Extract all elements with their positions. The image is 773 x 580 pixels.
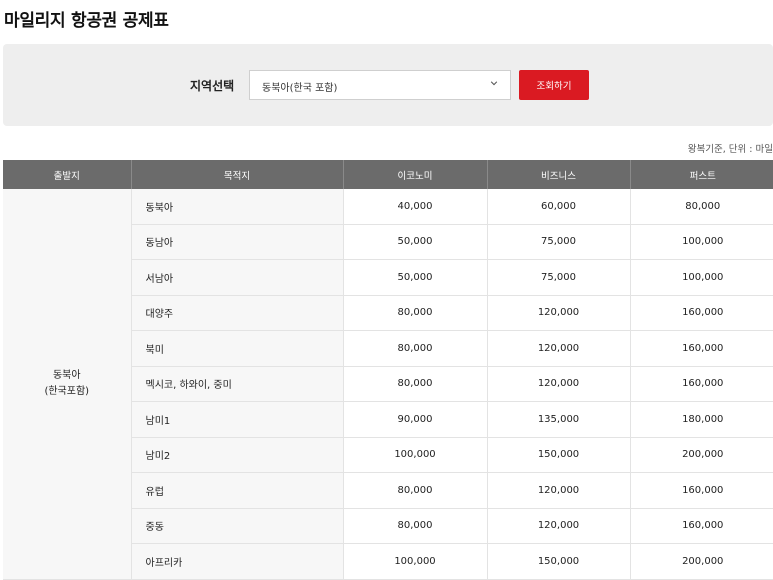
unit-note: 왕복기준, 단위 : 마일	[687, 144, 773, 155]
first-cell: 160,000	[630, 295, 773, 331]
business-cell: 120,000	[487, 366, 631, 402]
table-header-row: 출발지 목적지 이코노미 비즈니스 퍼스트	[3, 160, 773, 189]
region-select[interactable]: 동북아(한국 포함)	[249, 70, 511, 100]
first-cell: 100,000	[630, 259, 773, 296]
first-cell: 100,000	[630, 224, 773, 260]
first-cell: 180,000	[630, 401, 773, 438]
header-economy: 이코노미	[343, 160, 488, 189]
first-cell: 80,000	[630, 189, 773, 225]
search-button[interactable]: 조회하기	[519, 70, 589, 100]
header-destination: 목적지	[131, 160, 344, 189]
destination-cell: 동남아	[131, 224, 344, 260]
first-cell: 160,000	[630, 330, 773, 367]
economy-cell: 100,000	[343, 543, 488, 580]
business-cell: 75,000	[487, 259, 631, 296]
origin-region-note: (한국포함)	[44, 385, 90, 397]
destination-cell: 유럽	[131, 472, 344, 509]
economy-cell: 80,000	[343, 330, 488, 367]
business-cell: 60,000	[487, 189, 631, 225]
economy-cell: 80,000	[343, 295, 488, 331]
origin-cell: 동북아 (한국포함)	[3, 189, 132, 580]
business-cell: 120,000	[487, 295, 631, 331]
destination-cell: 서남아	[131, 259, 344, 296]
first-cell: 200,000	[630, 543, 773, 580]
destination-cell: 멕시코, 하와이, 중미	[131, 366, 344, 402]
region-filter-panel: 지역선택 동북아(한국 포함) 조회하기	[3, 44, 773, 126]
destination-cell: 동북아	[131, 189, 344, 225]
destination-cell: 남미2	[131, 437, 344, 473]
header-business: 비즈니스	[487, 160, 631, 189]
page-title: 마일리지 항공권 공제표	[4, 11, 169, 31]
economy-cell: 40,000	[343, 189, 488, 225]
chevron-down-icon	[490, 81, 498, 86]
first-cell: 160,000	[630, 366, 773, 402]
economy-cell: 80,000	[343, 366, 488, 402]
first-cell: 200,000	[630, 437, 773, 473]
business-cell: 120,000	[487, 472, 631, 509]
business-cell: 135,000	[487, 401, 631, 438]
economy-cell: 50,000	[343, 224, 488, 260]
business-cell: 150,000	[487, 437, 631, 473]
economy-cell: 100,000	[343, 437, 488, 473]
table-row: 동북아 (한국포함) 동북아 40,000 60,000 80,000	[3, 189, 773, 580]
business-cell: 150,000	[487, 543, 631, 580]
first-cell: 160,000	[630, 472, 773, 509]
business-cell: 120,000	[487, 508, 631, 544]
destination-cell: 남미1	[131, 401, 344, 438]
first-cell: 160,000	[630, 508, 773, 544]
destination-cell: 대양주	[131, 295, 344, 331]
origin-region: 동북아	[52, 369, 81, 381]
economy-cell: 80,000	[343, 472, 488, 509]
header-origin: 출발지	[3, 160, 132, 189]
region-select-label: 지역선택	[190, 79, 235, 93]
destination-cell: 아프리카	[131, 543, 344, 580]
economy-cell: 80,000	[343, 508, 488, 544]
region-select-value: 동북아(한국 포함)	[262, 83, 338, 94]
destination-cell: 북미	[131, 330, 344, 367]
business-cell: 75,000	[487, 224, 631, 260]
business-cell: 120,000	[487, 330, 631, 367]
mileage-deduction-table: 출발지 목적지 이코노미 비즈니스 퍼스트 동북아 (한국포함) 동북아 40,…	[3, 160, 773, 580]
economy-cell: 90,000	[343, 401, 488, 438]
economy-cell: 50,000	[343, 259, 488, 296]
destination-cell: 중동	[131, 508, 344, 544]
header-first: 퍼스트	[630, 160, 773, 189]
